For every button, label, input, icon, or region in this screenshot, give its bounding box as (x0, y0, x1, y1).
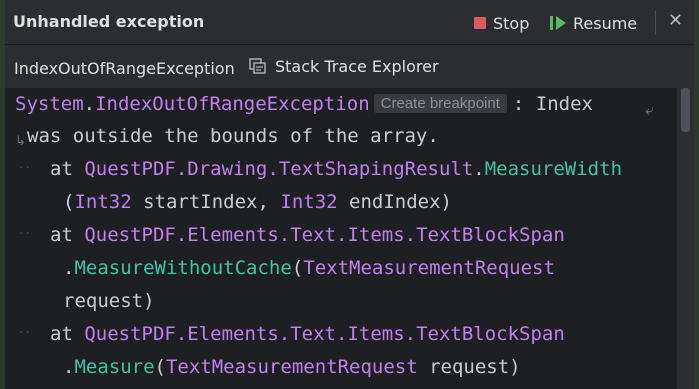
stack-frame-params: (Int32 startIndex, Int32 endIndex) (63, 191, 452, 213)
stop-button[interactable]: Stop (474, 12, 529, 34)
exception-namespace[interactable]: System (15, 93, 84, 115)
stack-frame-param-name: request) (63, 290, 155, 312)
frame-class-link[interactable]: TextBlockSpan (416, 323, 565, 345)
param-type[interactable]: TextMeasurementRequest (303, 257, 555, 279)
toolbar-divider (655, 11, 656, 35)
exception-header-line: System.IndexOutOfRangeException Create br… (15, 93, 593, 115)
create-breakpoint-chip[interactable]: Create breakpoint (373, 94, 507, 113)
resume-label: Resume (573, 13, 638, 33)
frame-class-link[interactable]: TextShapingResult (279, 158, 473, 180)
stack-frame: at QuestPDF.Elements.Text.Items.TextBloc… (50, 323, 565, 345)
stack-trace-explorer-button[interactable]: Stack Trace Explorer (249, 57, 439, 76)
param-type[interactable]: TextMeasurementRequest (166, 356, 418, 378)
stack-frame-method: .Measure(TextMeasurementRequest request) (63, 356, 521, 378)
close-icon[interactable]: ✕ (668, 10, 683, 31)
scrollbar-thumb[interactable] (681, 88, 690, 132)
frame-method-link[interactable]: Measure (74, 356, 154, 378)
indent-guide: ·· (19, 226, 32, 242)
stack-frame: at QuestPDF.Elements.Text.Items.TextBloc… (50, 224, 565, 246)
right-editor-gutter (694, 0, 699, 389)
stack-frame-method: .MeasureWithoutCache(TextMeasurementRequ… (63, 257, 555, 279)
frame-namespace-link[interactable]: QuestPDF.Elements.Text.Items. (84, 224, 416, 246)
frame-method-link[interactable]: MeasureWithoutCache (74, 257, 291, 279)
stop-icon (474, 17, 486, 29)
exception-type-tab[interactable]: IndexOutOfRangeException (14, 59, 235, 78)
frame-method-link[interactable]: MeasureWidth (485, 158, 622, 180)
wrap-continuation-icon: ↳ (15, 134, 26, 149)
param-type[interactable]: Int32 (280, 191, 337, 213)
stack-trace-view[interactable]: System.IndexOutOfRangeException Create br… (5, 88, 677, 389)
frame-namespace-link[interactable]: QuestPDF.Elements.Text.Items. (84, 323, 416, 345)
exception-message-part1: : Index (512, 93, 593, 115)
popup-title: Unhandled exception (13, 12, 205, 31)
stack-frame: at QuestPDF.Drawing.TextShapingResult.Me… (50, 158, 623, 180)
param-type[interactable]: Int32 (74, 191, 131, 213)
vertical-scrollbar[interactable] (677, 88, 694, 389)
exception-message-line: was outside the bounds of the array. (27, 125, 439, 147)
stack-trace-icon (249, 57, 266, 74)
resume-icon (550, 16, 566, 30)
stack-trace-explorer-label: Stack Trace Explorer (275, 57, 439, 76)
exception-class-link[interactable]: IndexOutOfRangeException (95, 93, 370, 115)
resume-button[interactable]: Resume (549, 12, 637, 34)
frame-class-link[interactable]: TextBlockSpan (416, 224, 565, 246)
indent-guide: ·· (19, 325, 32, 341)
wrap-icon: ⤶ (645, 100, 654, 119)
indent-guide: ·· (19, 160, 32, 176)
frame-namespace-link[interactable]: QuestPDF.Drawing. (84, 158, 278, 180)
exception-toolbar: IndexOutOfRangeException Stack Trace Exp… (5, 45, 694, 87)
stop-label: Stop (493, 13, 530, 33)
popup-title-bar: Unhandled exception Stop Resume ✕ (5, 0, 694, 45)
